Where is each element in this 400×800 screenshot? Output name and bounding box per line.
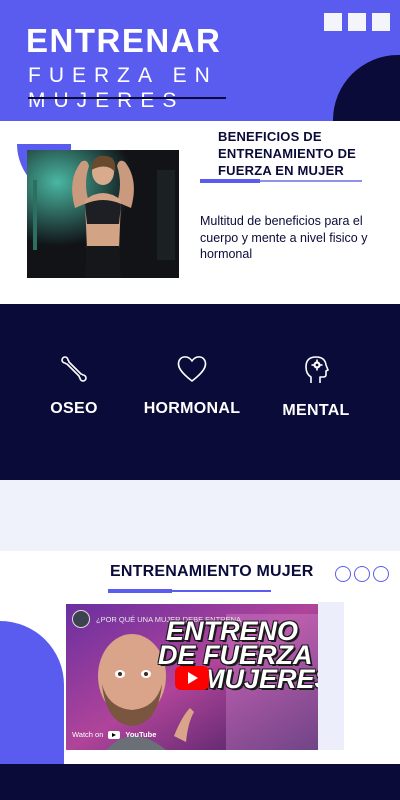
decoration-square [372, 13, 390, 31]
training-divider-accent [108, 589, 172, 593]
decoration-square [324, 13, 342, 31]
head-gear-icon [305, 356, 329, 383]
hero-decoration-squares [324, 13, 390, 31]
benefits-title: BENEFICIOS DE ENTRENAMIENTO DE FUERZA EN… [218, 129, 357, 178]
thumbnail-text-line-3: MUJERES [202, 664, 318, 694]
youtube-video-embed[interactable]: ¿POR QUÉ UNA MUJER DEBE ENTRENA... ENTRE… [66, 604, 318, 750]
decoration-circles [335, 566, 389, 582]
benefits-divider-accent [200, 179, 260, 183]
footer-band [0, 764, 400, 800]
hero-banner: ENTRENAR FUERZA EN MUJERES [0, 0, 400, 121]
hero-underline [28, 97, 226, 99]
video-backdrop [318, 602, 344, 750]
training-accent-shape [0, 621, 64, 764]
hero-subtitle: FUERZA EN MUJERES [28, 64, 218, 112]
feature-oseo: OSEO [9, 354, 139, 418]
feature-mental-label: MENTAL [282, 402, 350, 419]
youtube-wordmark: YouTube [125, 730, 157, 739]
decoration-circle [354, 566, 370, 582]
decoration-circle [335, 566, 351, 582]
feature-oseo-label: OSEO [50, 400, 98, 417]
features-section: OSEO HORMONAL MENTAL [0, 304, 400, 480]
spacer-band [0, 480, 400, 551]
watch-on-youtube[interactable]: Watch on YouTube [72, 730, 156, 739]
channel-avatar[interactable] [72, 610, 90, 628]
benefits-description: Multitud de beneficios para el cuerpo y … [200, 214, 368, 261]
feature-hormonal: HORMONAL [127, 354, 257, 418]
youtube-logo-icon [108, 730, 121, 739]
decoration-circle [373, 566, 389, 582]
feature-mental: MENTAL [251, 354, 381, 420]
feature-hormonal-label: HORMONAL [143, 400, 241, 417]
play-button[interactable] [175, 666, 209, 690]
hero-title: ENTRENAR [26, 22, 222, 59]
bone-icon [61, 356, 87, 382]
training-title: ENTRENAMIENTO MUJER [110, 563, 314, 580]
watch-on-label: Watch on [72, 730, 104, 739]
woman-training-photo [27, 150, 179, 278]
hero-decoration-circle [333, 55, 400, 121]
heart-icon [177, 356, 207, 382]
decoration-square [348, 13, 366, 31]
woman-training-image [27, 150, 179, 278]
